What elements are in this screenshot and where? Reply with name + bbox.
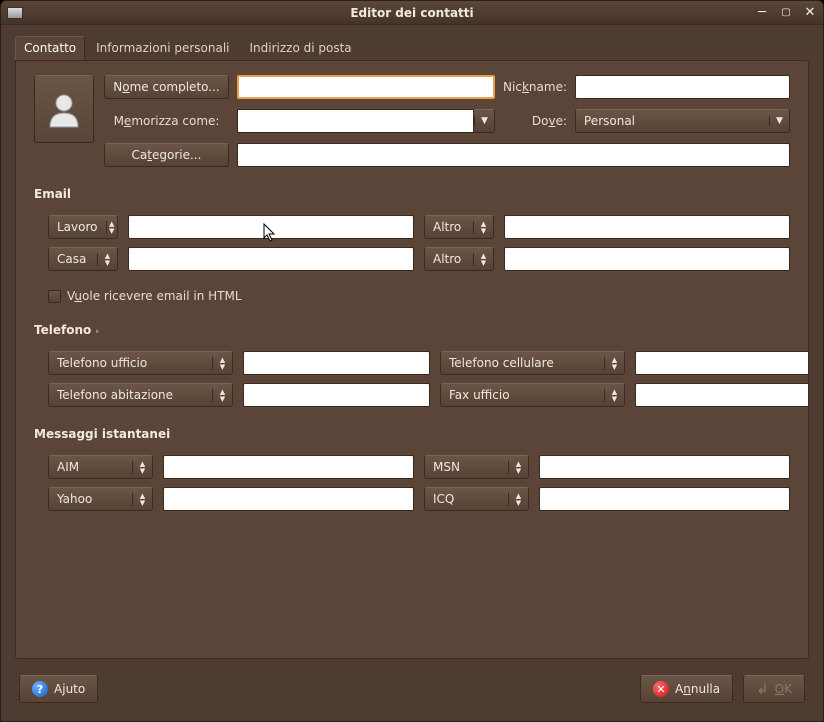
categories-button[interactable]: Categorie...: [104, 143, 229, 167]
email-section-title: Email: [34, 187, 790, 201]
im-type-1[interactable]: AIM▲▼: [48, 455, 153, 479]
window-controls: ─ ▢ ✕: [755, 6, 817, 20]
file-as-select[interactable]: ▼: [237, 109, 495, 133]
email-input-3[interactable]: [128, 247, 414, 271]
im-type-4[interactable]: ICQ▲▼: [424, 487, 529, 511]
contact-editor-window: Editor dei contatti ─ ▢ ✕ Contatto Infor…: [0, 0, 824, 722]
tab-mail-address[interactable]: Indirizzo di posta: [241, 36, 361, 61]
close-button[interactable]: ✕: [803, 6, 817, 20]
chevron-right-icon: ›: [95, 327, 99, 337]
ok-icon: ↲: [756, 680, 769, 698]
email-input-1[interactable]: [128, 215, 414, 239]
spinner-icon: ▲▼: [604, 389, 624, 402]
chevron-down-icon: ▼: [769, 116, 789, 126]
nickname-label: Nickname:: [503, 80, 567, 94]
email-type-1[interactable]: Lavoro▲▼: [48, 215, 118, 239]
phone-type-4[interactable]: Fax ufficio▲▼: [440, 383, 625, 407]
where-select[interactable]: Personal ▼: [575, 109, 790, 133]
categories-input[interactable]: [237, 143, 790, 167]
spinner-icon: ▲▼: [106, 221, 118, 234]
im-input-4[interactable]: [539, 487, 790, 511]
help-button[interactable]: ? Ajuto: [19, 675, 98, 703]
im-type-3[interactable]: Yahoo▲▼: [48, 487, 153, 511]
chevron-down-icon: ▼: [474, 116, 494, 126]
email-input-2[interactable]: [504, 215, 790, 239]
spinner-icon: ▲▼: [508, 493, 528, 506]
checkbox-box-icon: [48, 290, 61, 303]
spinner-icon: ▲▼: [508, 461, 528, 474]
im-input-2[interactable]: [539, 455, 790, 479]
avatar-button[interactable]: [34, 75, 94, 143]
phone-type-3[interactable]: Telefono abitazione▲▼: [48, 383, 233, 407]
spinner-icon: ▲▼: [212, 357, 232, 370]
nickname-input[interactable]: [575, 75, 790, 99]
phone-type-2[interactable]: Telefono cellulare▲▼: [440, 351, 625, 375]
phone-input-4[interactable]: [635, 383, 809, 407]
phone-type-1[interactable]: Telefono ufficio▲▼: [48, 351, 233, 375]
phone-input-3[interactable]: [243, 383, 430, 407]
im-type-2[interactable]: MSN▲▼: [424, 455, 529, 479]
ok-button: ↲ OK: [743, 675, 805, 703]
file-as-label: Memorizza come:: [104, 114, 229, 128]
email-type-3[interactable]: Casa▲▼: [48, 247, 118, 271]
email-type-4[interactable]: Altro▲▼: [424, 247, 494, 271]
spinner-icon: ▲▼: [473, 221, 493, 234]
spinner-icon: ▲▼: [212, 389, 232, 402]
full-name-button[interactable]: Nome completo...: [104, 75, 229, 99]
tab-personal-info[interactable]: Informazioni personali: [87, 36, 238, 61]
contact-panel: Nome completo... Nickname: Memorizza com…: [15, 60, 809, 659]
full-name-input[interactable]: [237, 75, 495, 99]
cancel-icon: ✕: [653, 681, 669, 697]
dialog-footer: ? Ajuto ✕ Annulla ↲ OK: [1, 671, 823, 721]
cancel-button[interactable]: ✕ Annulla: [640, 675, 733, 703]
where-label: Dove:: [503, 114, 567, 128]
tab-contact[interactable]: Contatto: [15, 36, 85, 61]
spinner-icon: ▲▼: [604, 357, 624, 370]
titlebar: Editor dei contatti ─ ▢ ✕: [1, 1, 823, 25]
phone-input-2[interactable]: [635, 351, 809, 375]
minimize-button[interactable]: ─: [755, 6, 769, 20]
email-type-2[interactable]: Altro▲▼: [424, 215, 494, 239]
window-icon: [7, 7, 23, 19]
im-section-title: Messaggi istantanei: [34, 427, 790, 441]
help-icon: ?: [32, 681, 48, 697]
person-icon: [44, 89, 84, 129]
window-title: Editor dei contatti: [1, 6, 823, 20]
spinner-icon: ▲▼: [132, 461, 152, 474]
tab-bar: Contatto Informazioni personali Indirizz…: [1, 25, 823, 60]
maximize-button[interactable]: ▢: [779, 6, 793, 20]
phone-section-title[interactable]: Telefono›: [34, 323, 790, 337]
im-input-3[interactable]: [163, 487, 414, 511]
im-input-1[interactable]: [163, 455, 414, 479]
phone-input-1[interactable]: [243, 351, 430, 375]
spinner-icon: ▲▼: [132, 493, 152, 506]
spinner-icon: ▲▼: [97, 253, 117, 266]
spinner-icon: ▲▼: [473, 253, 493, 266]
html-email-checkbox[interactable]: Vuole ricevere email in HTML: [34, 289, 790, 303]
html-email-label: Vuole ricevere email in HTML: [67, 289, 242, 303]
email-input-4[interactable]: [504, 247, 790, 271]
